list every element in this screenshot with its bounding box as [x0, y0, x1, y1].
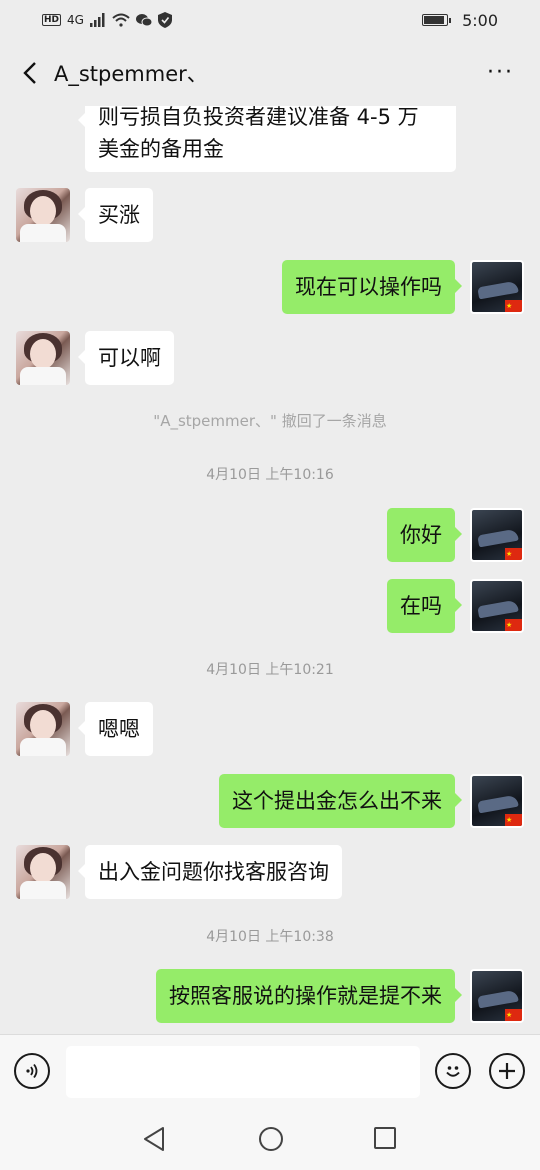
message-bubble-sent[interactable]: 这个提出金怎么出不来 [219, 774, 462, 828]
more-functions-button[interactable] [489, 1053, 525, 1089]
message-bubble-received[interactable]: 出入金问题你找客服咨询 [78, 845, 342, 899]
timestamp: 4月10日 上午10:16 [206, 467, 334, 483]
status-icons-right: 5:00 [422, 11, 498, 30]
timestamp: 4月10日 上午10:21 [206, 662, 334, 678]
emoji-icon [446, 1066, 460, 1077]
chat-title[interactable]: A_stpemmer、 [54, 58, 208, 88]
wechat-notification-icon [135, 14, 152, 27]
shield-icon [157, 12, 172, 28]
message-bubble-sent[interactable]: 按照客服说的操作就是提不来 [156, 969, 462, 1023]
system-navigation-bar [0, 1106, 540, 1170]
voice-icon [26, 1063, 38, 1079]
recall-notice: "A_stpemmer、" 撤回了一条消息 [153, 412, 387, 430]
signal-icon [89, 13, 105, 27]
my-avatar[interactable]: ★ [470, 508, 524, 562]
plus-icon [499, 1063, 515, 1079]
message-bubble-received[interactable]: 可以啊 [78, 331, 174, 385]
message-bubble-received[interactable]: 嗯嗯 [78, 702, 153, 756]
input-bar [0, 1034, 540, 1106]
nav-home-icon[interactable] [258, 1126, 284, 1152]
battery-icon [422, 14, 452, 26]
message-text: 美金的备用金 [98, 137, 224, 161]
contact-avatar[interactable] [16, 188, 70, 242]
message-input[interactable] [66, 1046, 420, 1098]
status-bar: HD 4G 5:00 [0, 0, 540, 40]
network-label: 4G [67, 13, 84, 27]
status-icons-left: HD 4G [42, 12, 172, 28]
emoji-button[interactable] [435, 1053, 471, 1089]
nav-recents-icon[interactable] [373, 1126, 397, 1150]
my-avatar[interactable]: ★ [470, 579, 524, 633]
nav-back-icon[interactable] [142, 1126, 166, 1152]
timestamp: 4月10日 上午10:38 [206, 929, 334, 945]
message-list[interactable]: 则亏损自负投资者建议准备 4-5 万 美金的备用金 买涨 ★ 现在可以操作吗 可… [0, 106, 540, 1034]
status-time: 5:00 [462, 10, 498, 30]
message-bubble-received[interactable]: 买涨 [78, 188, 153, 242]
message-bubble-sent[interactable]: 在吗 [387, 579, 462, 633]
hd-icon: HD [42, 14, 62, 26]
message-text: 则亏损自负投资者建议准备 4-5 万 [98, 106, 419, 129]
voice-input-button[interactable] [14, 1053, 50, 1089]
back-arrow-icon[interactable] [18, 58, 42, 88]
contact-avatar[interactable] [16, 331, 70, 385]
message-bubble-sent[interactable]: 你好 [387, 508, 462, 562]
contact-avatar[interactable] [16, 845, 70, 899]
my-avatar[interactable]: ★ [470, 969, 524, 1023]
chat-header: A_stpemmer、 ··· [0, 40, 540, 106]
my-avatar[interactable]: ★ [470, 260, 524, 314]
message-bubble-received[interactable]: 则亏损自负投资者建议准备 4-5 万 美金的备用金 [78, 106, 456, 172]
my-avatar[interactable]: ★ [470, 774, 524, 828]
message-bubble-sent[interactable]: 现在可以操作吗 [282, 260, 462, 314]
more-options-icon[interactable]: ··· [487, 62, 514, 84]
contact-avatar[interactable] [16, 702, 70, 756]
wifi-icon [112, 13, 130, 27]
